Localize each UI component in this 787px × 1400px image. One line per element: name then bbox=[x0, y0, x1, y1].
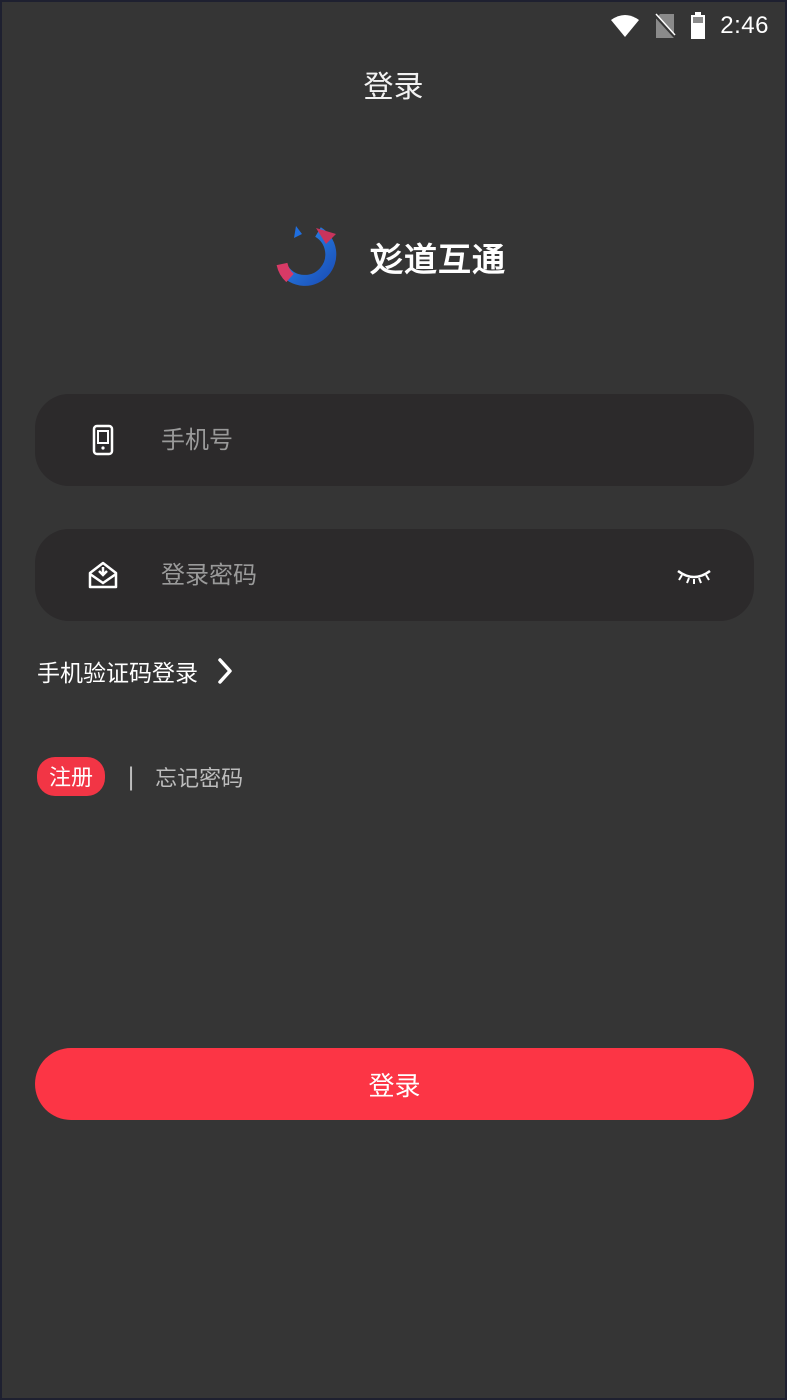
account-links: 注册 | 忘记密码 bbox=[37, 757, 243, 796]
sms-login-link[interactable]: 手机验证码登录 bbox=[37, 654, 234, 688]
login-button[interactable]: 登录 bbox=[35, 1048, 754, 1120]
phone-input[interactable] bbox=[161, 394, 661, 486]
forgot-password-link[interactable]: 忘记密码 bbox=[155, 761, 243, 793]
brand-logo-icon bbox=[276, 226, 337, 286]
page-title: 登录 bbox=[363, 70, 424, 105]
brand: 彣道互通 bbox=[276, 224, 506, 290]
no-sim-icon bbox=[654, 13, 677, 39]
login-screen: 2:46 登录 彣道互通 手机号 手机验证码登录 注册 | 忘记密码 登录 bbox=[2, 2, 785, 1398]
eye-closed-icon[interactable] bbox=[674, 559, 714, 591]
status-bar: 2:46 bbox=[610, 8, 769, 44]
wifi-icon bbox=[611, 15, 640, 37]
status-time: 2:46 bbox=[720, 12, 769, 39]
register-button[interactable]: 注册 bbox=[37, 757, 106, 796]
lock-icon bbox=[88, 561, 118, 589]
phone-icon bbox=[92, 424, 114, 456]
password-input[interactable] bbox=[161, 529, 661, 621]
brand-name: 彣道互通 bbox=[370, 240, 506, 279]
password-field[interactable] bbox=[35, 529, 754, 621]
battery-icon bbox=[691, 12, 706, 39]
phone-field[interactable] bbox=[35, 394, 754, 486]
link-divider: | bbox=[127, 762, 136, 791]
chevron-right-icon bbox=[218, 658, 232, 684]
sms-login-label: 手机验证码登录 bbox=[37, 661, 198, 687]
